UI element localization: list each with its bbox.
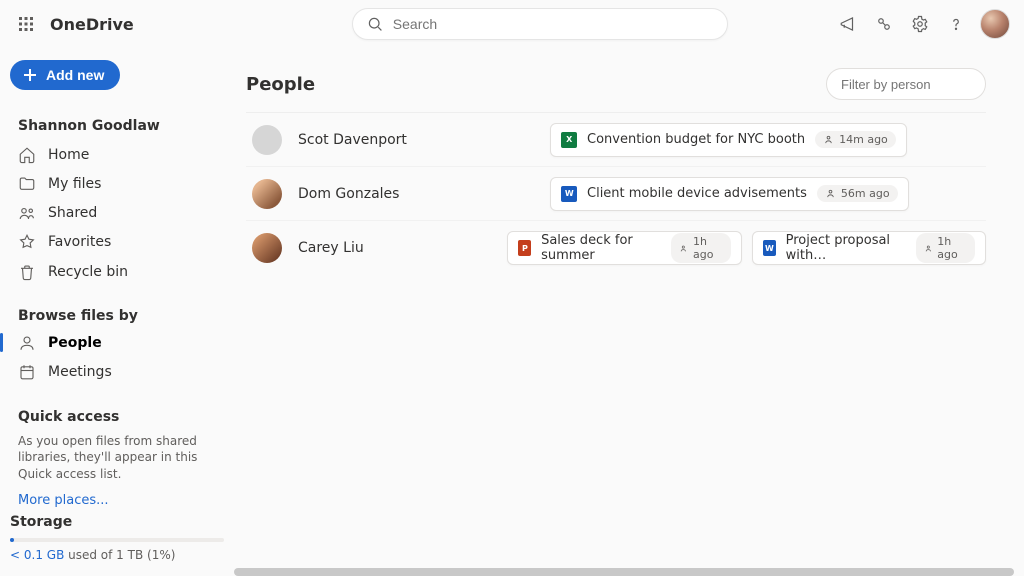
person-name: Carey Liu — [298, 240, 364, 256]
person-avatar — [252, 125, 282, 155]
powerpoint-file-icon: P — [518, 240, 531, 256]
file-time-badge: 1h ago — [916, 233, 975, 263]
app-name: OneDrive — [50, 15, 134, 34]
workspace: Add new Shannon Goodlaw Home My files Sh… — [0, 48, 1024, 576]
more-places-link[interactable]: More places... — [10, 487, 224, 514]
sidebar-item-shared[interactable]: Shared — [10, 198, 224, 227]
quickaccess-hint: As you open files from shared libraries,… — [10, 429, 224, 487]
file-time-badge: 14m ago — [815, 131, 896, 148]
storage-heading: Storage — [10, 514, 224, 530]
browse-heading: Browse files by — [18, 308, 216, 324]
search-icon — [367, 16, 383, 32]
help-icon[interactable] — [938, 6, 974, 42]
file-cards: W Client mobile device advisements 56m ago — [550, 177, 909, 211]
star-icon — [18, 233, 36, 251]
sidebar-item-meetings[interactable]: Meetings — [10, 357, 224, 386]
file-card[interactable]: X Convention budget for NYC booth 14m ago — [550, 123, 907, 157]
storage-section: Storage < 0.1 GB used of 1 TB (1%) — [10, 514, 224, 566]
home-icon — [18, 146, 36, 164]
person-avatar — [252, 233, 282, 263]
sidebar-item-recyclebin[interactable]: Recycle bin — [10, 257, 224, 286]
search-input[interactable] — [393, 16, 713, 32]
sidebar-item-label: Meetings — [48, 364, 112, 380]
word-file-icon: W — [561, 186, 577, 202]
file-time-badge: 1h ago — [671, 233, 730, 263]
person-row[interactable]: Carey Liu P Sales deck for summer 1h ago W Pr… — [246, 221, 986, 275]
sidebar-item-label: My files — [48, 176, 101, 192]
shared-icon — [18, 204, 36, 222]
word-file-icon: W — [763, 240, 776, 256]
search-box[interactable] — [352, 8, 728, 40]
share-indicator-icon — [825, 188, 836, 199]
person-row[interactable]: Scot Davenport X Convention budget for NYC… — [246, 113, 986, 167]
storage-usage-text: < 0.1 GB used of 1 TB (1%) — [10, 548, 224, 562]
announcements-icon[interactable] — [830, 6, 866, 42]
sidebar-item-home[interactable]: Home — [10, 140, 224, 169]
account-avatar[interactable] — [980, 9, 1010, 39]
file-time-badge: 56m ago — [817, 185, 898, 202]
person-row[interactable]: Dom Gonzales W Client mobile device advise… — [246, 167, 986, 221]
file-title: Client mobile device advisements — [587, 186, 807, 201]
sidebar-item-label: Home — [48, 147, 89, 163]
sidebar-item-label: Shared — [48, 205, 97, 221]
people-list: Scot Davenport X Convention budget for NYC… — [246, 112, 986, 275]
file-cards: P Sales deck for summer 1h ago W Project pro… — [507, 231, 986, 265]
quickaccess-heading: Quick access — [18, 409, 216, 425]
folder-icon — [18, 175, 36, 193]
sidebar-item-favorites[interactable]: Favorites — [10, 228, 224, 257]
person-cell: Dom Gonzales — [246, 179, 534, 209]
horizontal-scrollbar[interactable] — [234, 568, 1014, 576]
sidebar-item-label: People — [48, 335, 102, 351]
page-title: People — [246, 74, 315, 95]
top-bar: OneDrive — [0, 0, 1024, 48]
storage-progressbar — [10, 538, 224, 542]
person-name: Dom Gonzales — [298, 186, 399, 202]
sidebar: Add new Shannon Goodlaw Home My files Sh… — [0, 48, 234, 576]
sidebar-item-myfiles[interactable]: My files — [10, 169, 224, 198]
person-cell: Scot Davenport — [246, 125, 534, 155]
person-icon — [18, 334, 36, 352]
file-card[interactable]: W Project proposal with… 1h ago — [752, 231, 986, 265]
file-card[interactable]: W Client mobile device advisements 56m ago — [550, 177, 909, 211]
file-card[interactable]: P Sales deck for summer 1h ago — [507, 231, 742, 265]
settings-icon[interactable] — [902, 6, 938, 42]
share-indicator-icon — [679, 243, 688, 254]
sidebar-item-people[interactable]: People — [10, 328, 224, 357]
trash-icon — [18, 263, 36, 281]
sidebar-item-label: Recycle bin — [48, 264, 128, 280]
plus-icon — [22, 67, 38, 83]
excel-file-icon: X — [561, 132, 577, 148]
sidebar-username: Shannon Goodlaw — [18, 118, 216, 134]
main-content: People Scot Davenport X Convention budget … — [234, 48, 1024, 576]
person-name: Scot Davenport — [298, 132, 407, 148]
file-cards: X Convention budget for NYC booth 14m ago — [550, 123, 907, 157]
share-indicator-icon — [924, 243, 933, 254]
file-title: Project proposal with… — [786, 233, 906, 263]
share-indicator-icon — [823, 134, 834, 145]
file-title: Sales deck for summer — [541, 233, 661, 263]
calendar-icon — [18, 363, 36, 381]
app-launcher-icon[interactable] — [8, 6, 44, 42]
sidebar-item-label: Favorites — [48, 234, 111, 250]
add-new-label: Add new — [46, 67, 104, 83]
storage-used-link[interactable]: < 0.1 GB — [10, 548, 64, 562]
premium-icon[interactable] — [866, 6, 902, 42]
add-new-button[interactable]: Add new — [10, 60, 120, 90]
person-avatar — [252, 179, 282, 209]
file-title: Convention budget for NYC booth — [587, 132, 805, 147]
filter-input[interactable] — [826, 68, 986, 100]
person-cell: Carey Liu — [246, 233, 491, 263]
